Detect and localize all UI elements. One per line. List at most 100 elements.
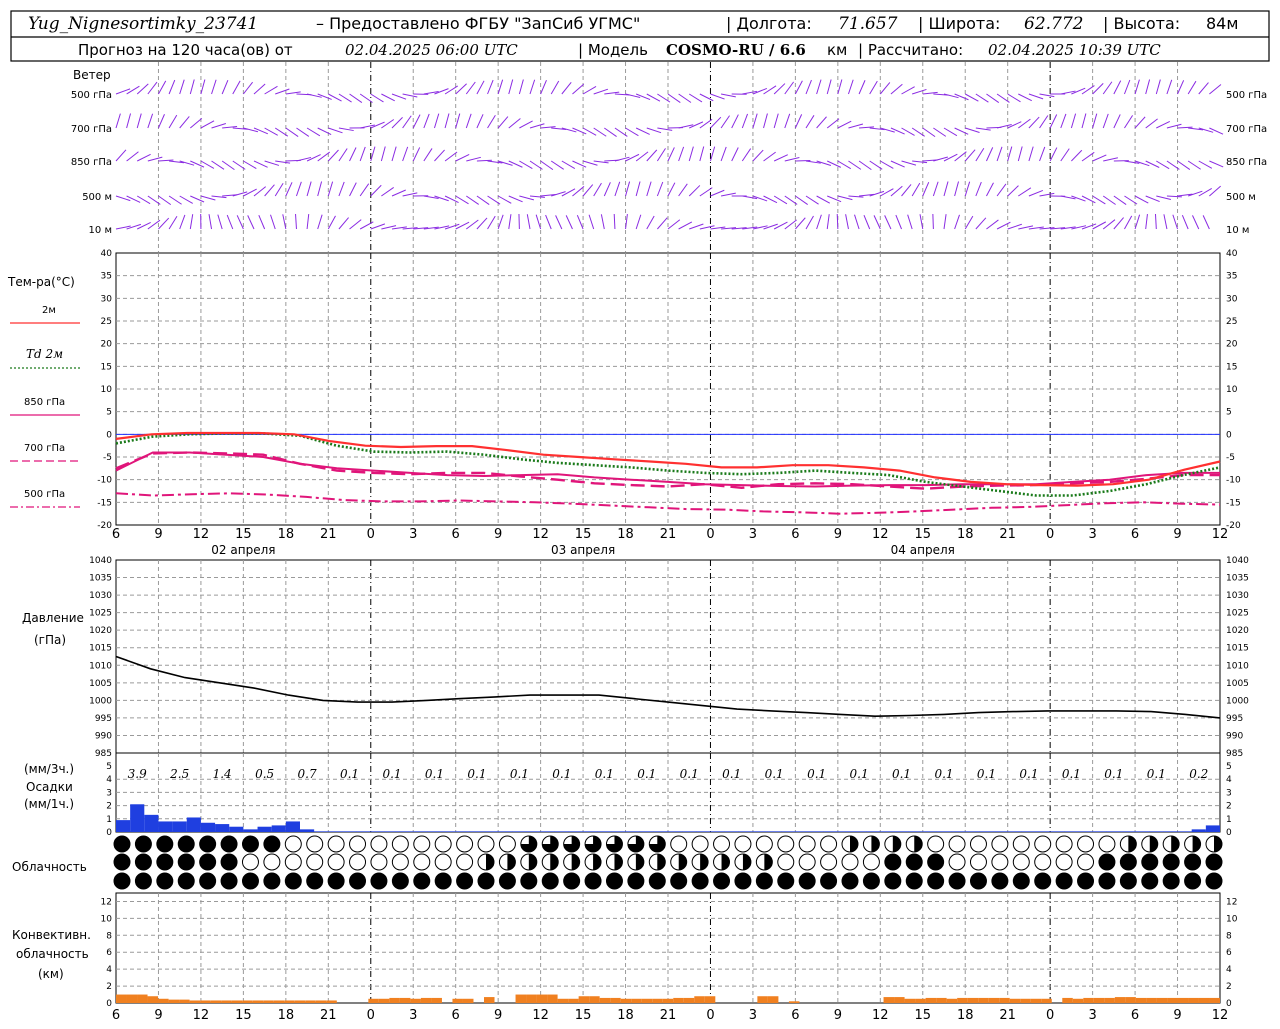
precip-bar (923, 831, 937, 832)
pressure-panel: 1040104010351035103010301025102510201020… (22, 556, 1249, 759)
cloud-icon (478, 836, 494, 852)
wind-barb (1050, 115, 1057, 128)
y-tick-right: 5 (1226, 762, 1232, 772)
cloud-icon-fill (529, 854, 537, 870)
wind-barb (509, 80, 513, 94)
cloud-icon (371, 854, 387, 870)
conv-bar (179, 1000, 190, 1003)
wind-barb (127, 152, 139, 161)
precip-bar (399, 831, 413, 832)
y-tick-right: 990 (1226, 731, 1243, 741)
wind-barb (806, 196, 819, 204)
y-tick-left: 10 (101, 914, 113, 924)
wind-barb (148, 114, 153, 128)
wind-barb (874, 215, 880, 229)
y-tick-left: 40 (101, 249, 113, 259)
cloud-icon (1120, 854, 1136, 870)
cloud-icon-fill (1128, 836, 1136, 852)
conv-bar (431, 998, 442, 1003)
y-tick-right: 40 (1226, 249, 1238, 259)
wind-barb (647, 150, 657, 161)
wind-barb (318, 128, 331, 135)
cloud-icon (157, 836, 173, 852)
precip-title: Осадки (26, 780, 73, 794)
cloud-icon (457, 873, 473, 889)
conv-bar (568, 999, 579, 1003)
precip-bar (342, 831, 356, 832)
cloud-icon (1078, 836, 1094, 852)
wind-barb (350, 220, 362, 229)
conv-bar (1167, 998, 1178, 1003)
cloud-icon (1056, 854, 1072, 870)
conv-bar (757, 996, 768, 1003)
cloud-icon (200, 836, 216, 852)
y-tick-left: 30 (101, 294, 113, 304)
precip-total: 0.1 (680, 767, 699, 781)
wind-barb (477, 81, 484, 94)
x-tick-label: 12 (193, 1008, 210, 1023)
y-tick-right: 1005 (1226, 679, 1249, 689)
precip-bar (498, 831, 512, 832)
wind-barb (679, 147, 684, 161)
wind-barb (434, 150, 444, 161)
precip-bar (116, 820, 130, 832)
precip-bar (371, 831, 385, 832)
conv-bar (316, 1000, 327, 1003)
wind-barb (488, 216, 496, 229)
wind-barb (679, 184, 688, 196)
wind-barb (795, 114, 801, 128)
wind-barb (795, 196, 807, 205)
precip-bar (1078, 831, 1092, 832)
y-tick-right: 20 (1226, 340, 1238, 350)
wind-barb (837, 214, 838, 229)
wind-barb (169, 216, 177, 229)
precip-bar (611, 831, 625, 832)
cloud-icon-fill (764, 854, 772, 870)
y-tick-right: 4 (1226, 775, 1232, 785)
cloud-icon (178, 836, 194, 852)
wind-barb (1040, 147, 1045, 161)
wind-barb (1155, 214, 1156, 229)
x-tick-label: 21 (999, 1008, 1016, 1023)
wind-barb (976, 218, 986, 229)
precip-bar (824, 831, 838, 832)
alt-value: 84м (1206, 14, 1238, 33)
cloud-icon (135, 873, 151, 889)
cloud-icon (628, 873, 644, 889)
precip-bar (173, 821, 187, 832)
cloud-icon (114, 873, 130, 889)
day-label: 04 апреля (891, 543, 955, 557)
wind-barb (233, 81, 240, 94)
wind-barb (1209, 161, 1223, 167)
wind-barb (180, 196, 193, 203)
wind-barb (392, 147, 396, 161)
wind-barb (350, 147, 357, 161)
wind-barb (190, 118, 201, 128)
y-tick-right: 985 (1226, 749, 1243, 759)
wind-barb (328, 216, 335, 229)
cloud-icon (1099, 836, 1115, 852)
wind-barb (169, 115, 177, 128)
wind-barb (1008, 94, 1021, 102)
y-tick-right: -10 (1226, 476, 1241, 486)
precip-bar (937, 831, 951, 832)
wind-barb (583, 185, 593, 196)
precip-bar (852, 831, 866, 832)
x-tick-label: 12 (1212, 527, 1229, 542)
wind-barb (148, 82, 157, 94)
cloud-icon-fill (636, 854, 644, 870)
wind-barb (190, 214, 192, 229)
conv-bar (274, 1000, 285, 1003)
y-tick-right: 1030 (1226, 591, 1249, 601)
precip-bar (710, 831, 724, 832)
cloud-icon-fill (572, 854, 580, 870)
wind-barb (864, 215, 870, 229)
conv-bar (936, 998, 947, 1003)
conv-bar (1136, 998, 1147, 1003)
wind-barb (360, 94, 372, 103)
wind-level-label: 500 м (1226, 192, 1256, 203)
cloud-icon (499, 836, 515, 852)
conv-bar (116, 995, 127, 1003)
conv-bar (558, 999, 569, 1003)
pressure-unit: (гПа) (34, 633, 66, 647)
